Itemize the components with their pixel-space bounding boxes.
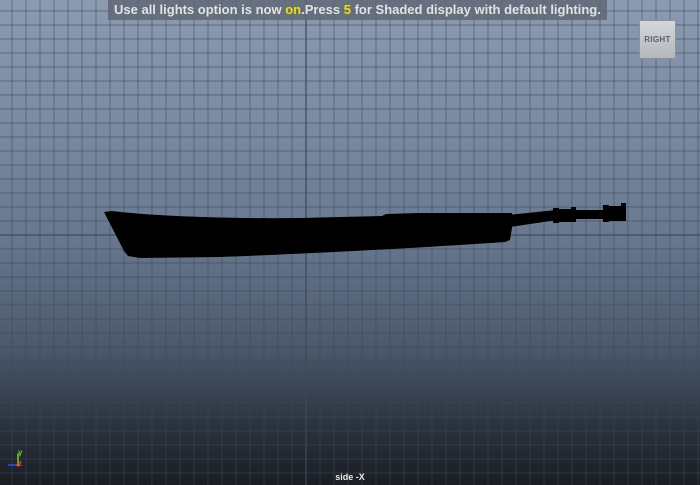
hud-text-part: .Press <box>301 2 344 17</box>
hud-highlight-key: 5 <box>343 2 351 17</box>
handle-grip[interactable] <box>558 209 572 222</box>
machete-model-silhouette[interactable] <box>0 0 700 485</box>
axis-label-z: z <box>18 459 22 468</box>
hud-text-part: Use all lights option is now <box>114 2 286 17</box>
hud-text-part: for Shaded display with default lighting… <box>350 2 601 17</box>
axis-label-y: y <box>18 448 23 457</box>
tang-shape[interactable] <box>508 210 557 227</box>
pommel-cap[interactable] <box>621 203 626 221</box>
view-cube-right-face[interactable]: RIGHT <box>639 20 676 59</box>
pommel[interactable] <box>608 206 622 221</box>
camera-name-label: side -X <box>335 472 365 482</box>
blade-shape[interactable] <box>104 211 512 258</box>
axis-gizmo-icon <box>8 453 20 467</box>
hud-status-message: Use all lights option is now on.Press 5 … <box>108 0 607 20</box>
viewport-panel[interactable]: Use all lights option is now on.Press 5 … <box>0 0 700 485</box>
handle-bar[interactable] <box>575 210 605 219</box>
hud-highlight-on: on <box>285 2 302 17</box>
